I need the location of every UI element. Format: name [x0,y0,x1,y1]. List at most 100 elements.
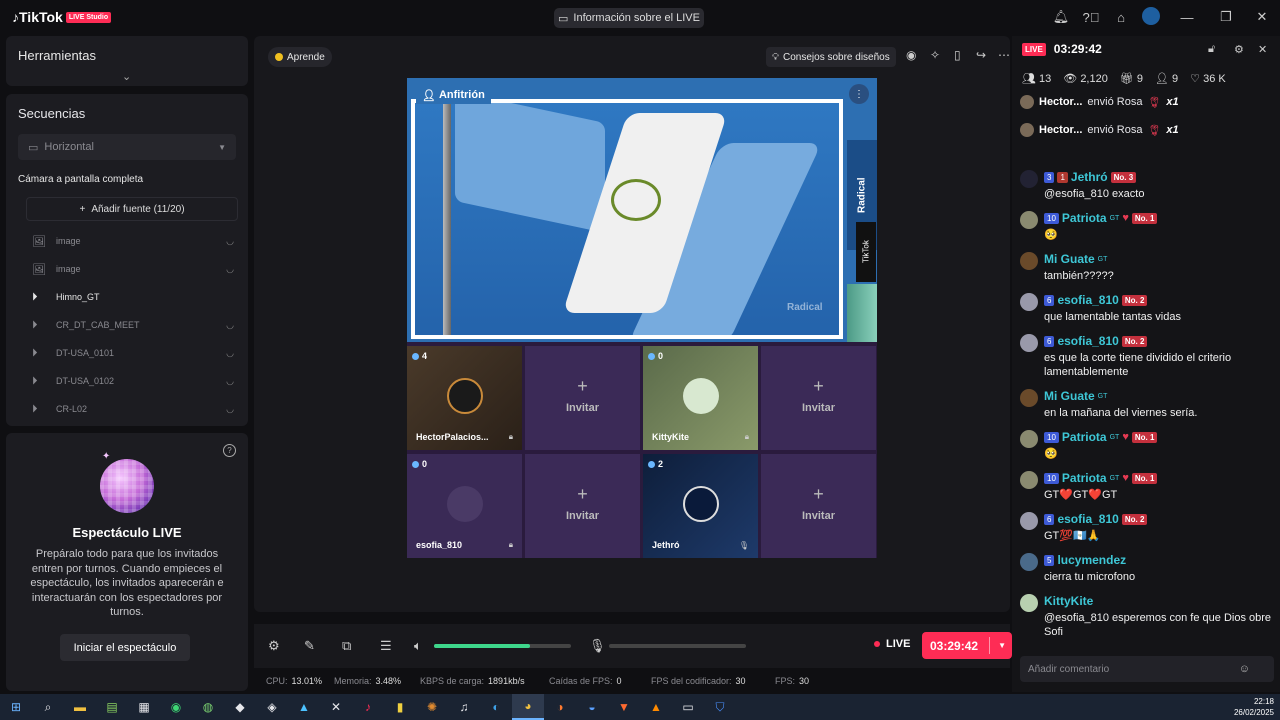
invite-slot[interactable]: + Invitar [525,454,640,558]
settings-icon[interactable]: ⚙︎ [1234,43,1244,56]
layout-icon[interactable]: ⧉ [342,638,351,654]
source-item[interactable]: 🖼︎ image ◡ [32,258,238,280]
mic-muted-icon[interactable]: 🎙︎ [589,638,606,654]
search-icon[interactable]: ⌕ [32,694,64,720]
app-icon[interactable]: ◆ [224,694,256,720]
minimize-icon[interactable]: — [1166,10,1208,25]
guest-tile[interactable]: 4 HectorPalacios... 🔒︎ [407,346,522,450]
app-icon[interactable]: ▲ [288,694,320,720]
magic-icon[interactable]: ✧ [930,48,940,62]
source-item[interactable]: 🖼︎ image ◡ [32,230,238,252]
notepad-icon[interactable]: ▤ [96,694,128,720]
edge-icon[interactable]: ◐ [480,694,512,720]
mic-off-icon[interactable]: 🔒︎ [745,432,749,442]
start-show-button[interactable]: Iniciar el espectáculo [60,634,190,661]
app-icon[interactable]: ◈ [256,694,288,720]
chat-username[interactable]: esofia_810 [1057,512,1118,526]
host-video[interactable]: 👤︎ Anfitrión ⋮ Radical TikTok Radical [407,78,877,342]
source-item[interactable]: ⏵ DT-USA_0102 ◡ [32,370,238,392]
more-icon[interactable]: ⋯ [998,48,1010,62]
eye-off-icon[interactable]: ◡ [226,376,234,387]
eye-off-icon[interactable]: ◡ [226,348,234,359]
shield-icon[interactable]: ⛉ [704,694,736,720]
whatsapp-icon[interactable]: ◉ [160,694,192,720]
emoji-icon[interactable]: ☺ [1239,663,1250,675]
mic-off-icon[interactable]: 🔒︎ [509,540,513,550]
chat-username[interactable]: Mi Guate [1044,252,1095,266]
bell-icon[interactable]: 🔔︎ [1046,9,1076,25]
eye-off-icon[interactable]: ◡ [226,404,234,415]
windows-start-icon[interactable]: ⊞ [0,694,32,720]
guest-tile[interactable]: 0 KittyKite 🔒︎ [643,346,758,450]
share-icon[interactable]: ↪ [976,48,986,62]
invite-slot[interactable]: + Invitar [761,346,876,450]
adjust-icon[interactable]: ☰ [380,638,392,654]
volume-slider[interactable] [434,644,571,648]
chat-username[interactable]: esofia_810 [1057,334,1118,348]
unlock-icon[interactable]: 🔓︎ [1208,43,1215,56]
tiktok-icon[interactable]: ♫ [448,694,480,720]
chat-username[interactable]: Patriota [1062,211,1107,225]
eye-off-icon[interactable]: ◡ [226,264,234,275]
help-icon[interactable]: ?⃝ [1076,10,1106,25]
mic-off-icon[interactable]: 🔒︎ [509,432,513,442]
eye-off-icon[interactable]: ◡ [226,320,234,331]
source-item[interactable]: ⏵ Himno_GT [32,286,238,308]
maximize-icon[interactable]: ❐ [1208,9,1244,25]
chat-username[interactable]: lucymendez [1057,553,1126,567]
chrome-icon[interactable]: ◕ [512,694,544,720]
views-stat[interactable]: 👁︎ 2,120 [1063,72,1108,85]
learn-button[interactable]: Aprende [268,47,332,67]
brave-icon[interactable]: ▼ [608,694,640,720]
likes-stat[interactable]: ♡ 36 K [1190,72,1226,85]
firefox-icon[interactable]: ◑ [544,694,576,720]
viewers-stat[interactable]: 👥︎ 13 [1022,72,1051,85]
chevron-down-icon[interactable]: ⌄ [122,70,131,83]
live-info-button[interactable]: ▭ Información sobre el LIVE [554,8,704,28]
chrome-alt-icon[interactable]: ◍ [192,694,224,720]
settings-icon[interactable]: ⚙︎ [268,638,280,654]
mic-icon[interactable]: 🎙︎ [739,541,749,550]
guest-tile[interactable]: 0 esofia_810 🔒︎ [407,454,522,558]
more-options-icon[interactable]: ⋮ [849,84,869,104]
tiktok-studio-icon[interactable]: ♪ [352,694,384,720]
comment-input[interactable]: Añadir comentario ☺ ➤ [1020,656,1280,682]
app-icon[interactable]: ▮ [384,694,416,720]
vlc-icon[interactable]: ▲ [640,694,672,720]
end-live-button[interactable]: 03:29:42 ▼ [922,632,1012,659]
mic-slider[interactable] [609,644,746,648]
chat-username[interactable]: KittyKite [1044,594,1093,608]
invite-slot[interactable]: + Invitar [525,346,640,450]
phone-icon[interactable]: ▯ [954,48,961,62]
source-item[interactable]: ⏵ DT-USA_0101 ◡ [32,342,238,364]
chat-username[interactable]: Patriota [1062,430,1107,444]
app-icon[interactable]: ◒ [576,694,608,720]
effects-icon[interactable]: ✎ [304,638,315,654]
chat-username[interactable]: Mi Guate [1044,389,1095,403]
chat-username[interactable]: esofia_810 [1057,293,1118,307]
chat-username[interactable]: Jethró [1071,170,1108,184]
speaker-icon[interactable]: 🔈︎ [414,638,422,654]
close-icon[interactable]: ✕ [1258,43,1267,56]
source-item[interactable]: ⏵ CR-L02 ◡ [32,398,238,420]
app-icon[interactable]: ▭ [672,694,704,720]
capcut-icon[interactable]: ✕ [320,694,352,720]
eye-off-icon[interactable]: ◡ [226,236,234,247]
source-item[interactable]: ⏵ CR_DT_CAB_MEET ◡ [32,314,238,336]
file-explorer-icon[interactable]: ▬ [64,694,96,720]
calculator-icon[interactable]: ▦ [128,694,160,720]
add-source-button[interactable]: + Añadir fuente (11/20) [26,197,238,221]
invite-slot[interactable]: + Invitar [761,454,876,558]
help-icon[interactable]: ? [223,444,236,457]
avatar[interactable] [1136,6,1166,28]
record-icon[interactable]: ◉ [906,48,916,62]
close-icon[interactable]: ✕ [1244,9,1280,25]
orientation-select[interactable]: ▭ Horizontal ▼ [18,134,236,160]
follows-stat[interactable]: 👤︎ 9 [1155,72,1178,85]
gifts-stat[interactable]: 🎁︎ 9 [1120,72,1143,85]
guest-tile[interactable]: 2 Jethró 🎙︎ [643,454,758,558]
dropdown-arrow-icon[interactable]: ▼ [998,641,1006,650]
app-icon[interactable]: ✺ [416,694,448,720]
chat-username[interactable]: Patriota [1062,471,1107,485]
home-icon[interactable]: ⌂ [1106,10,1136,25]
